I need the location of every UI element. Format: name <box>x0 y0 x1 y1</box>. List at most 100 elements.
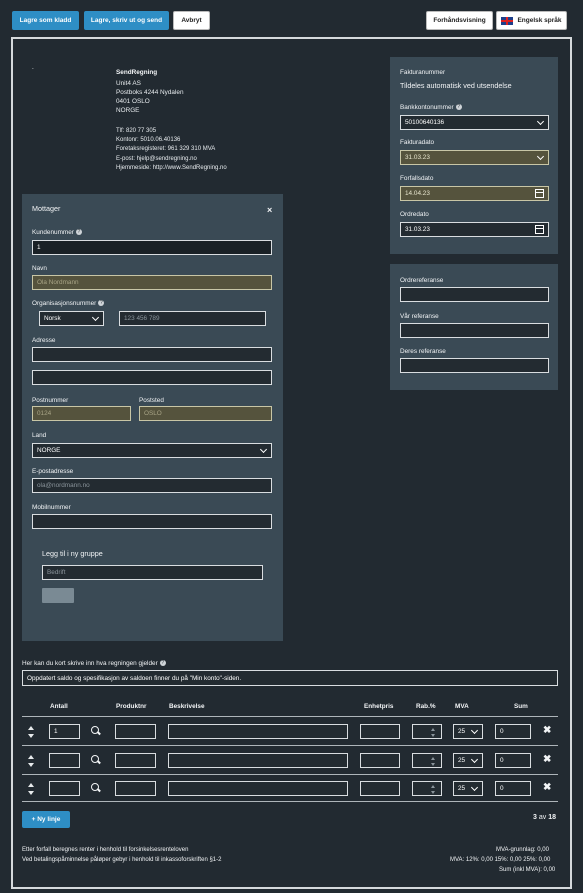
sum-value: 0 <box>500 728 504 735</box>
language-button[interactable]: Engelsk språk <box>496 11 567 30</box>
vat-select[interactable]: 25 <box>453 753 483 768</box>
poststed-input[interactable]: OSLO <box>139 406 272 421</box>
spinner-icon[interactable] <box>431 728 436 737</box>
calendar-icon[interactable] <box>535 225 544 234</box>
search-icon[interactable] <box>91 755 100 764</box>
help-icon[interactable]: ? <box>75 229 82 236</box>
language-label: Engelsk språk <box>517 17 562 24</box>
help-icon[interactable]: ? <box>455 104 462 111</box>
postnr-input[interactable]: 0124 <box>32 406 131 421</box>
order-date-input[interactable]: 31.03.23 <box>400 222 549 237</box>
line-count-total: 18 <box>548 814 557 821</box>
bank-account-value: 50100640136 <box>405 119 445 126</box>
country-value: NORGE <box>37 447 61 454</box>
sum-input[interactable]: 0 <box>495 724 531 739</box>
vat-value: 25 <box>458 757 466 764</box>
sender-contact-line: Hjemmeside: http://www.SendRegning.no <box>116 164 227 171</box>
sender-contact-line: E-post: hjelp@sendregning.no <box>116 155 197 162</box>
spinner-icon[interactable] <box>431 785 436 794</box>
mobile-label: Mobilnummer <box>32 504 71 511</box>
org-country-select[interactable]: Norsk <box>39 311 104 326</box>
vat-base: MVA-grunnlag: 0,00 <box>496 847 549 853</box>
group-placeholder: Bedrift <box>47 569 66 576</box>
sender-address-line: Unit4 AS <box>116 80 141 87</box>
description-input[interactable]: Oppdatert saldo og spesifikasjon av sald… <box>22 670 558 686</box>
delete-line-icon[interactable]: ✖ <box>543 783 551 793</box>
uk-flag-icon <box>501 16 514 25</box>
name-placeholder: Ola Nordmann <box>37 279 79 286</box>
due-date-input[interactable]: 14.04.23 <box>400 186 549 201</box>
their-reference-input[interactable] <box>400 358 549 373</box>
country-select[interactable]: NORGE <box>32 443 272 458</box>
address-line1-input[interactable] <box>32 347 272 362</box>
description-label-text: Her kan du kort skrive inn hva regningen… <box>22 660 158 667</box>
bank-account-select[interactable]: 50100640136 <box>400 115 549 130</box>
save-draft-button[interactable]: Lagre som kladd <box>12 11 79 30</box>
header-product: Produktnr <box>116 703 147 710</box>
vat-breakdown: MVA: 12%: 0,00 15%: 0,00 25%: 0,00 <box>450 857 551 863</box>
discount-input[interactable] <box>412 753 442 768</box>
new-line-button[interactable]: + Ny linje <box>22 811 70 828</box>
qty-input[interactable]: 1 <box>49 724 80 739</box>
header-qty: Antall <box>50 703 68 710</box>
vat-select[interactable]: 25 <box>453 781 483 796</box>
vat-value: 25 <box>458 728 466 735</box>
invoice-date-select[interactable]: 31.03.23 <box>400 150 549 165</box>
org-country-value: Norsk <box>44 315 61 322</box>
unit-price-input[interactable] <box>360 781 400 796</box>
line-count-current: 3 <box>533 814 537 821</box>
cancel-button[interactable]: Avbryt <box>173 11 210 30</box>
due-date-value: 14.04.23 <box>405 190 430 197</box>
divider <box>22 716 558 717</box>
product-input[interactable] <box>115 781 156 796</box>
unit-price-input[interactable] <box>360 724 400 739</box>
search-icon[interactable] <box>91 783 100 792</box>
our-reference-input[interactable] <box>400 323 549 338</box>
footer-note-fee: Ved betalingspåminnelse påløper gebyr i … <box>22 857 222 863</box>
help-icon[interactable]: ? <box>159 660 166 667</box>
group-add-button[interactable] <box>42 588 74 603</box>
invoice-date-label: Fakturadato <box>400 139 435 146</box>
delete-line-icon[interactable]: ✖ <box>543 726 551 736</box>
chevron-down-icon <box>536 117 545 126</box>
reorder-handle-icon[interactable] <box>27 755 35 767</box>
reorder-handle-icon[interactable] <box>27 726 35 738</box>
sum-input[interactable]: 0 <box>495 753 531 768</box>
org-number-input[interactable]: 123 456 789 <box>119 311 266 326</box>
customer-number-input[interactable]: 1 <box>32 240 272 255</box>
description-line-input[interactable] <box>168 753 348 768</box>
help-icon[interactable]: ? <box>98 300 105 307</box>
group-input[interactable]: Bedrift <box>42 565 263 580</box>
recipient-title: Mottager <box>32 204 61 213</box>
product-input[interactable] <box>115 753 156 768</box>
calendar-icon[interactable] <box>535 189 544 198</box>
vat-select[interactable]: 25 <box>453 724 483 739</box>
sender-contact-line: Tlf: 820 77 305 <box>116 128 157 134</box>
email-label: E-postadresse <box>32 468 74 475</box>
product-input[interactable] <box>115 724 156 739</box>
unit-price-input[interactable] <box>360 753 400 768</box>
discount-input[interactable] <box>412 724 442 739</box>
preview-button[interactable]: Forhåndsvisning <box>426 11 493 30</box>
spinner-icon[interactable] <box>431 757 436 766</box>
chevron-down-icon <box>470 726 479 735</box>
sum-input[interactable]: 0 <box>495 781 531 796</box>
discount-input[interactable] <box>412 781 442 796</box>
address-line2-input[interactable] <box>32 370 272 385</box>
delete-line-icon[interactable]: ✖ <box>543 755 551 765</box>
reorder-handle-icon[interactable] <box>27 783 35 795</box>
mobile-input[interactable] <box>32 514 272 529</box>
chevron-down-icon <box>470 783 479 792</box>
chevron-down-icon <box>470 755 479 764</box>
close-icon[interactable]: × <box>267 205 272 215</box>
sender-address-line: NORGE <box>116 107 140 114</box>
qty-input[interactable] <box>49 753 80 768</box>
description-line-input[interactable] <box>168 724 348 739</box>
order-reference-input[interactable] <box>400 287 549 302</box>
name-input[interactable]: Ola Nordmann <box>32 275 272 290</box>
search-icon[interactable] <box>91 726 100 735</box>
save-print-send-button[interactable]: Lagre, skriv ut og send <box>84 11 169 30</box>
description-line-input[interactable] <box>168 781 348 796</box>
email-input[interactable]: ola@nordmann.no <box>32 478 272 493</box>
qty-input[interactable] <box>49 781 80 796</box>
